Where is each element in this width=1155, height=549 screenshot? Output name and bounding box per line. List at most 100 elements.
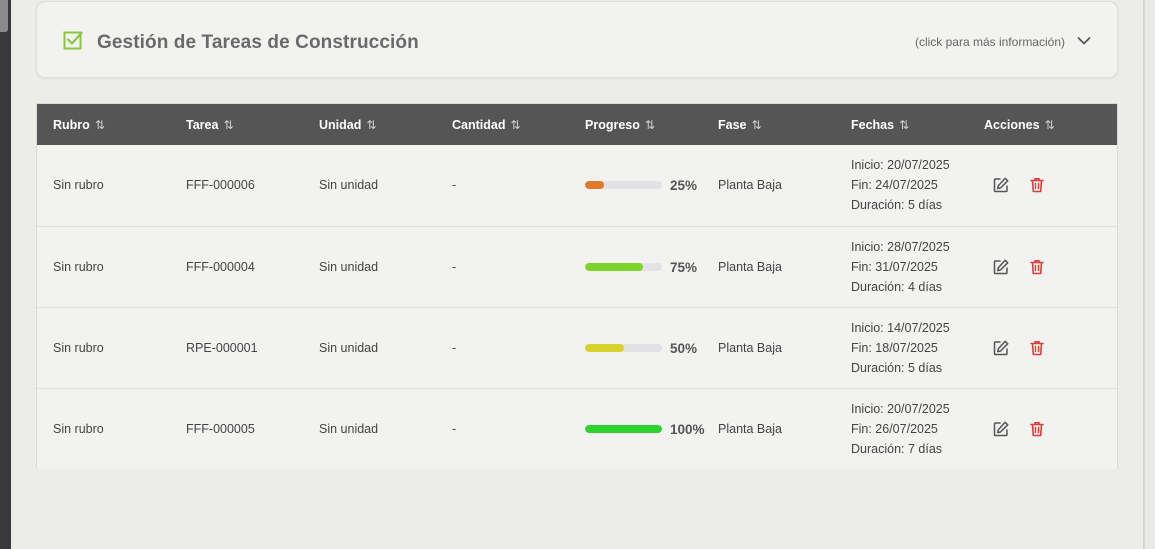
cell-progreso: 25%: [585, 145, 697, 225]
column-header-rubro[interactable]: Rubro ⇅: [53, 104, 105, 145]
date-inicio: Inicio: 20/07/2025: [851, 158, 950, 172]
sort-arrows-icon[interactable]: ⇅: [95, 118, 105, 132]
progress-percent: 25%: [670, 177, 698, 193]
column-header-acciones[interactable]: Acciones ⇅: [984, 104, 1055, 145]
cell-unidad: Sin unidad: [319, 260, 379, 274]
cell-acciones: [992, 389, 1046, 469]
sort-arrows-icon[interactable]: ⇅: [645, 118, 655, 132]
checkbox-icon: [63, 31, 83, 50]
progress-percent: 50%: [670, 340, 698, 356]
sort-arrows-icon[interactable]: ⇅: [366, 118, 376, 132]
page-title: Gestión de Tareas de Construcción: [97, 32, 419, 53]
column-header-label: Unidad: [319, 117, 362, 132]
sort-arrows-icon[interactable]: ⇅: [899, 118, 909, 132]
cell-tarea: FFF-000004: [186, 260, 255, 274]
left-scrollbar-thumb[interactable]: [0, 0, 8, 32]
progress-percent: 100%: [670, 421, 705, 437]
date-duracion: Duración: 5 días: [851, 198, 943, 212]
sort-arrows-icon[interactable]: ⇅: [752, 118, 762, 132]
cell-fechas: Inicio: 28/07/2025 Fin: 31/07/2025 Duració…: [851, 227, 950, 307]
trash-icon[interactable]: [1028, 258, 1046, 276]
edit-icon[interactable]: [992, 420, 1010, 438]
more-info-hint[interactable]: (click para más información): [915, 35, 1065, 49]
progress-bar-fill: [585, 263, 643, 271]
column-header-progreso[interactable]: Progreso ⇅: [585, 104, 655, 145]
cell-fase: Planta Baja: [718, 178, 782, 192]
task-management-header[interactable]: Gestión de Tareas de Construcción (click…: [36, 1, 1118, 78]
cell-progreso: 75%: [585, 227, 697, 307]
table-row: Sin rubro RPE-000001 Sin unidad - 50% Planta …: [37, 307, 1117, 388]
table-row: Sin rubro FFF-000005 Sin unidad - 100% Planta…: [37, 388, 1117, 469]
cell-unidad: Sin unidad: [319, 422, 379, 436]
cell-cantidad: -: [452, 260, 457, 274]
progress-bar-fill: [585, 181, 605, 189]
trash-icon[interactable]: [1028, 339, 1046, 357]
column-header-fase[interactable]: Fase ⇅: [718, 104, 762, 145]
cell-cantidad: -: [452, 422, 457, 436]
progress-percent: 75%: [670, 259, 698, 275]
cell-fechas: Inicio: 20/07/2025 Fin: 24/07/2025 Duració…: [851, 145, 950, 225]
cell-acciones: [992, 308, 1046, 388]
table-header: Rubro ⇅ Tarea ⇅ Unidad ⇅ Cantidad ⇅ Progreso ⇅ Fas…: [37, 104, 1117, 145]
sort-arrows-icon[interactable]: ⇅: [223, 118, 233, 132]
cell-tarea: FFF-000005: [186, 422, 255, 436]
cell-acciones: [992, 145, 1046, 225]
progress-bar: [585, 425, 662, 433]
chevron-down-icon[interactable]: [1077, 35, 1091, 47]
table-row: Sin rubro FFF-000006 Sin unidad - 25% Planta …: [37, 145, 1117, 226]
left-scrollbar[interactable]: [0, 0, 11, 549]
trash-icon[interactable]: [1028, 176, 1046, 194]
column-header-label: Progreso: [585, 117, 640, 132]
trash-icon[interactable]: [1028, 420, 1046, 438]
cell-unidad: Sin unidad: [319, 178, 379, 192]
progress-bar-fill: [585, 344, 624, 352]
column-header-label: Rubro: [53, 117, 90, 132]
progress-bar: [585, 263, 662, 271]
cell-fase: Planta Baja: [718, 422, 782, 436]
cell-progreso: 100%: [585, 389, 705, 469]
cell-cantidad: -: [452, 178, 457, 192]
cell-tarea: FFF-000006: [186, 178, 255, 192]
cell-rubro: Sin rubro: [53, 178, 104, 192]
edit-icon[interactable]: [992, 339, 1010, 357]
cell-rubro: Sin rubro: [53, 260, 104, 274]
cell-rubro: Sin rubro: [53, 422, 104, 436]
cell-acciones: [992, 227, 1046, 307]
column-header-fechas[interactable]: Fechas ⇅: [851, 104, 909, 145]
right-scrollbar[interactable]: [1143, 0, 1155, 549]
date-inicio: Inicio: 14/07/2025: [851, 321, 950, 335]
column-header-tarea[interactable]: Tarea ⇅: [186, 104, 234, 145]
column-header-label: Tarea: [186, 117, 219, 132]
cell-rubro: Sin rubro: [53, 341, 104, 355]
column-header-label: Acciones: [984, 117, 1040, 132]
cell-unidad: Sin unidad: [319, 341, 379, 355]
tasks-table: Rubro ⇅ Tarea ⇅ Unidad ⇅ Cantidad ⇅ Progreso ⇅ Fas…: [36, 103, 1118, 469]
progress-bar-fill: [585, 425, 662, 433]
cell-fechas: Inicio: 14/07/2025 Fin: 18/07/2025 Duració…: [851, 308, 950, 388]
column-header-label: Fechas: [851, 117, 895, 132]
column-header-cantidad[interactable]: Cantidad ⇅: [452, 104, 521, 145]
cell-cantidad: -: [452, 341, 457, 355]
progress-bar: [585, 344, 662, 352]
cell-fase: Planta Baja: [718, 260, 782, 274]
date-duracion: Duración: 4 días: [851, 280, 943, 294]
date-fin: Fin: 26/07/2025: [851, 422, 938, 436]
edit-icon[interactable]: [992, 176, 1010, 194]
column-header-label: Cantidad: [452, 117, 506, 132]
column-header-label: Fase: [718, 117, 747, 132]
date-fin: Fin: 24/07/2025: [851, 178, 938, 192]
right-scrollbar-track[interactable]: [1145, 0, 1155, 549]
edit-icon[interactable]: [992, 258, 1010, 276]
date-inicio: Inicio: 28/07/2025: [851, 240, 950, 254]
date-duracion: Duración: 7 días: [851, 442, 943, 456]
cell-fechas: Inicio: 20/07/2025 Fin: 26/07/2025 Duració…: [851, 389, 950, 469]
column-header-unidad[interactable]: Unidad ⇅: [319, 104, 376, 145]
date-fin: Fin: 31/07/2025: [851, 260, 938, 274]
date-duracion: Duración: 5 días: [851, 361, 943, 375]
table-row: Sin rubro FFF-000004 Sin unidad - 75% Planta …: [37, 226, 1117, 307]
date-inicio: Inicio: 20/07/2025: [851, 402, 950, 416]
progress-bar: [585, 181, 662, 189]
sort-arrows-icon[interactable]: ⇅: [510, 118, 520, 132]
sort-arrows-icon[interactable]: ⇅: [1045, 118, 1055, 132]
cell-fase: Planta Baja: [718, 341, 782, 355]
